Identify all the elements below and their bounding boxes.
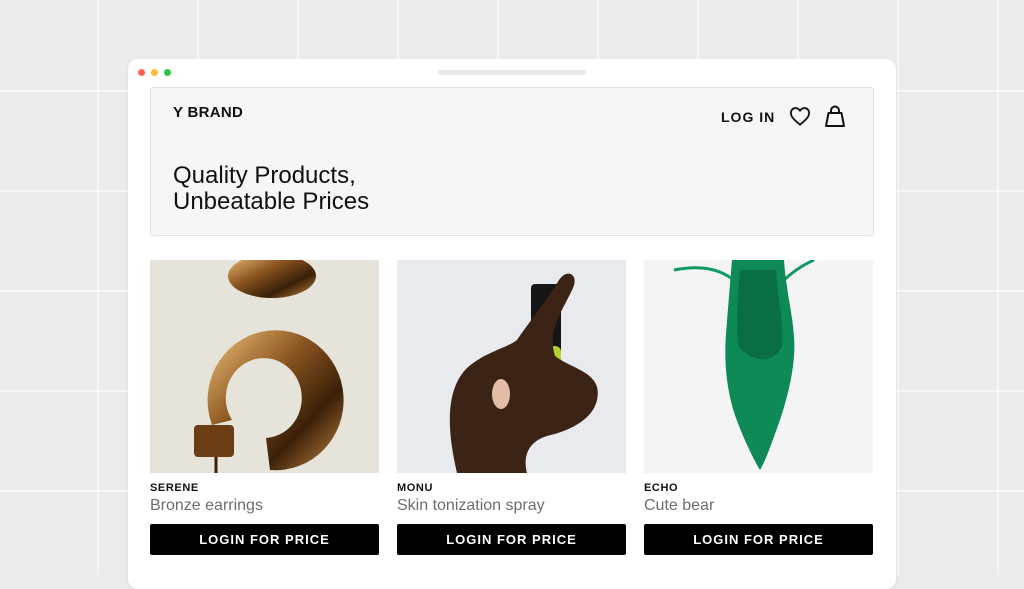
product-card-serene: SERENE Bronze earrings LOGIN FOR PRICE <box>150 260 379 555</box>
product-image-skin-spray[interactable] <box>397 260 626 473</box>
product-image-cute-bear[interactable] <box>644 260 873 473</box>
maximize-dot[interactable] <box>164 69 171 76</box>
headline-line-1: Quality Products, <box>173 162 356 189</box>
window-controls <box>138 69 171 76</box>
close-dot[interactable] <box>138 69 145 76</box>
green-shoe-illustration <box>673 260 815 470</box>
product-name[interactable]: Skin tonization spray <box>397 497 626 515</box>
login-for-price-button[interactable]: LOGIN FOR PRICE <box>150 524 379 555</box>
earrings-illustration <box>194 260 344 473</box>
login-for-price-button[interactable]: LOGIN FOR PRICE <box>644 524 873 555</box>
spray-hand-illustration <box>449 273 598 473</box>
address-bar[interactable] <box>438 70 586 75</box>
product-brand: MONU <box>397 482 434 494</box>
login-link[interactable]: LOG IN <box>721 109 775 125</box>
product-brand: SERENE <box>150 482 199 494</box>
login-for-price-button[interactable]: LOGIN FOR PRICE <box>397 524 626 555</box>
product-card-monu: MONU Skin tonization spray LOGIN FOR PRI… <box>397 260 626 555</box>
shopping-bag-icon[interactable] <box>823 104 847 128</box>
product-name[interactable]: Bronze earrings <box>150 497 379 515</box>
minimize-dot[interactable] <box>151 69 158 76</box>
page-headline: Quality Products, Unbeatable Prices <box>173 163 369 215</box>
hero-banner: Y BRAND LOG IN Quality Products, Unbeata… <box>150 87 874 236</box>
product-card-echo: ECHO Cute bear LOGIN FOR PRICE <box>644 260 873 555</box>
product-brand: ECHO <box>644 482 679 494</box>
heart-icon[interactable] <box>789 106 811 126</box>
browser-window: Y BRAND LOG IN Quality Products, Unbeata… <box>128 59 896 589</box>
headline-line-2: Unbeatable Prices <box>173 188 370 215</box>
product-name[interactable]: Cute bear <box>644 497 873 515</box>
brand-logo[interactable]: Y BRAND <box>173 104 243 121</box>
product-image-bronze-earrings[interactable] <box>150 260 379 473</box>
